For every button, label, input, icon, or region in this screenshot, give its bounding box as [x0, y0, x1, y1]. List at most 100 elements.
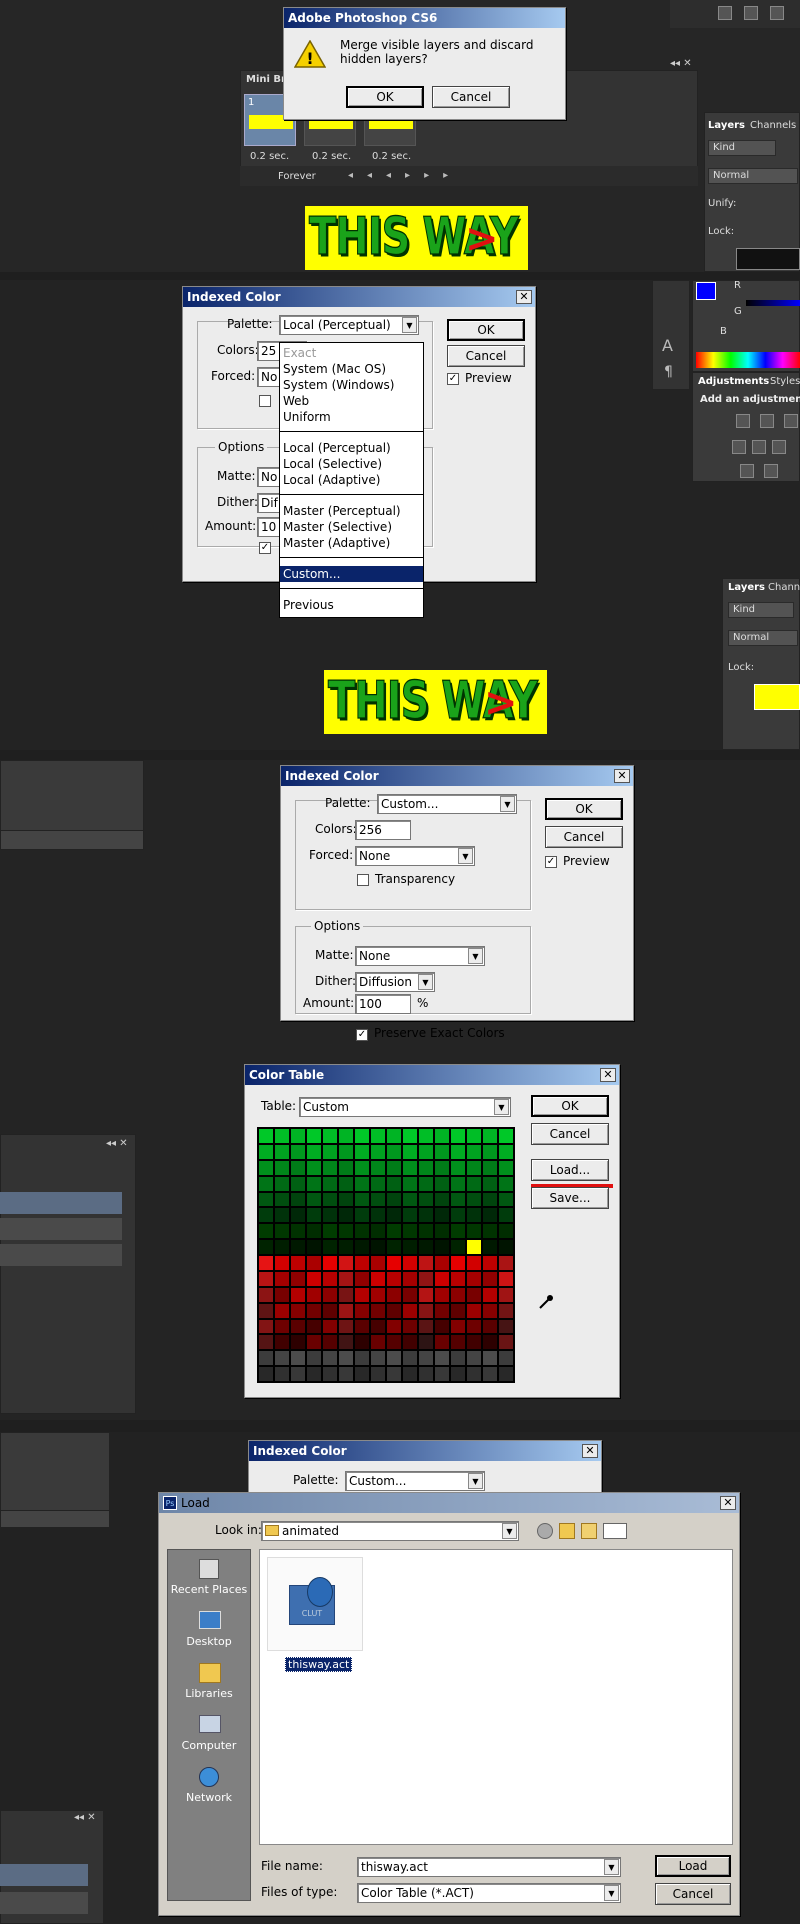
- menu-item[interactable]: Local (Selective): [280, 456, 423, 472]
- color-swatch[interactable]: [499, 1176, 513, 1191]
- color-swatch[interactable]: [499, 1240, 513, 1254]
- color-swatch[interactable]: [339, 1351, 353, 1366]
- invert-icon[interactable]: [764, 464, 778, 478]
- color-swatch[interactable]: [323, 1176, 337, 1191]
- frame-delay[interactable]: 0.2 sec.: [250, 151, 289, 162]
- color-swatch[interactable]: [403, 1303, 417, 1318]
- color-swatch[interactable]: [419, 1144, 433, 1159]
- color-swatch[interactable]: [307, 1144, 321, 1159]
- layer-row[interactable]: [0, 1892, 88, 1914]
- color-swatch[interactable]: [291, 1129, 305, 1143]
- color-swatch[interactable]: [307, 1287, 321, 1302]
- color-swatch[interactable]: [339, 1129, 353, 1143]
- up-folder-icon[interactable]: [559, 1523, 575, 1539]
- matte-select[interactable]: None ▼: [355, 946, 485, 966]
- preserve-exact-checkbox[interactable]: ✓: [356, 1029, 368, 1041]
- color-swatch[interactable]: [371, 1287, 385, 1302]
- place-computer[interactable]: Computer: [167, 1713, 251, 1761]
- color-swatch[interactable]: [275, 1144, 289, 1159]
- color-swatch[interactable]: [435, 1303, 449, 1318]
- color-swatch[interactable]: [403, 1335, 417, 1350]
- color-swatch[interactable]: [419, 1208, 433, 1223]
- color-swatch[interactable]: [499, 1335, 513, 1350]
- color-swatch[interactable]: [323, 1256, 337, 1270]
- color-swatch[interactable]: [467, 1208, 481, 1223]
- color-swatch[interactable]: [483, 1208, 497, 1223]
- view-menu-icon[interactable]: [603, 1523, 627, 1539]
- color-swatch[interactable]: [355, 1176, 369, 1191]
- cancel-button[interactable]: Cancel: [545, 826, 623, 848]
- color-swatch[interactable]: [435, 1351, 449, 1366]
- transparency-checkbox[interactable]: [259, 395, 271, 407]
- color-swatch[interactable]: [307, 1224, 321, 1239]
- color-swatch[interactable]: [419, 1351, 433, 1366]
- color-swatch[interactable]: [355, 1240, 369, 1254]
- menu-item-selected[interactable]: Custom...: [280, 566, 423, 582]
- color-swatch[interactable]: [419, 1303, 433, 1318]
- color-swatch[interactable]: [323, 1144, 337, 1159]
- color-swatch[interactable]: [355, 1367, 369, 1381]
- color-swatch[interactable]: [355, 1160, 369, 1175]
- ok-button[interactable]: OK: [531, 1095, 609, 1117]
- color-swatch[interactable]: [259, 1176, 273, 1191]
- close-icon[interactable]: ✕: [720, 1496, 736, 1510]
- load-button[interactable]: Load: [655, 1855, 731, 1877]
- forced-select[interactable]: None ▼: [355, 846, 475, 866]
- frame-delay[interactable]: 0.2 sec.: [372, 151, 411, 162]
- color-swatch[interactable]: [387, 1256, 401, 1270]
- color-swatch[interactable]: [323, 1367, 337, 1381]
- ok-button[interactable]: OK: [545, 798, 623, 820]
- color-swatch[interactable]: [499, 1208, 513, 1223]
- color-swatch[interactable]: [275, 1224, 289, 1239]
- color-swatch[interactable]: [323, 1351, 337, 1366]
- type-tool-icon[interactable]: A: [662, 336, 673, 355]
- tool-icon[interactable]: [744, 6, 758, 20]
- color-swatch[interactable]: [419, 1271, 433, 1286]
- color-swatch[interactable]: [339, 1144, 353, 1159]
- color-swatch[interactable]: [483, 1287, 497, 1302]
- color-swatch[interactable]: [483, 1303, 497, 1318]
- color-swatch[interactable]: [467, 1271, 481, 1286]
- color-swatch[interactable]: [291, 1240, 305, 1254]
- balance-icon[interactable]: [752, 440, 766, 454]
- color-swatch[interactable]: [339, 1256, 353, 1270]
- color-swatch[interactable]: [451, 1176, 465, 1191]
- color-swatch[interactable]: [435, 1256, 449, 1270]
- color-swatch[interactable]: [291, 1335, 305, 1350]
- layer-row-selected[interactable]: [0, 1864, 88, 1886]
- color-swatch[interactable]: [435, 1335, 449, 1350]
- close-icon[interactable]: ✕: [582, 1444, 598, 1458]
- color-swatch[interactable]: [387, 1129, 401, 1143]
- color-swatch[interactable]: [483, 1319, 497, 1334]
- menu-item[interactable]: System (Windows): [280, 377, 423, 393]
- color-swatch[interactable]: [467, 1319, 481, 1334]
- preview-checkbox[interactable]: ✓: [545, 856, 557, 868]
- blend-mode[interactable]: Normal: [708, 168, 798, 184]
- cancel-button[interactable]: Cancel: [655, 1883, 731, 1905]
- color-swatch[interactable]: [323, 1319, 337, 1334]
- color-swatch[interactable]: [307, 1319, 321, 1334]
- panel-collapse-icon[interactable]: ◂◂ ✕: [106, 1138, 128, 1149]
- color-swatch[interactable]: [483, 1271, 497, 1286]
- ok-button[interactable]: OK: [346, 86, 424, 108]
- color-swatch[interactable]: [307, 1129, 321, 1143]
- menu-item[interactable]: Uniform: [280, 409, 423, 425]
- color-swatch[interactable]: [451, 1256, 465, 1270]
- color-swatch[interactable]: [323, 1224, 337, 1239]
- color-swatch[interactable]: [259, 1208, 273, 1223]
- color-swatch[interactable]: [339, 1319, 353, 1334]
- color-swatch[interactable]: [307, 1240, 321, 1254]
- color-swatch[interactable]: [387, 1271, 401, 1286]
- color-swatch[interactable]: [467, 1176, 481, 1191]
- color-swatch[interactable]: [419, 1160, 433, 1175]
- color-swatch[interactable]: [499, 1129, 513, 1143]
- color-swatch[interactable]: [451, 1335, 465, 1350]
- color-swatch[interactable]: [371, 1351, 385, 1366]
- color-swatch[interactable]: [355, 1351, 369, 1366]
- color-swatch[interactable]: [435, 1208, 449, 1223]
- color-swatch[interactable]: [387, 1351, 401, 1366]
- color-swatch[interactable]: [259, 1192, 273, 1207]
- color-swatch[interactable]: [451, 1287, 465, 1302]
- color-swatch[interactable]: [259, 1256, 273, 1270]
- color-swatch[interactable]: [451, 1192, 465, 1207]
